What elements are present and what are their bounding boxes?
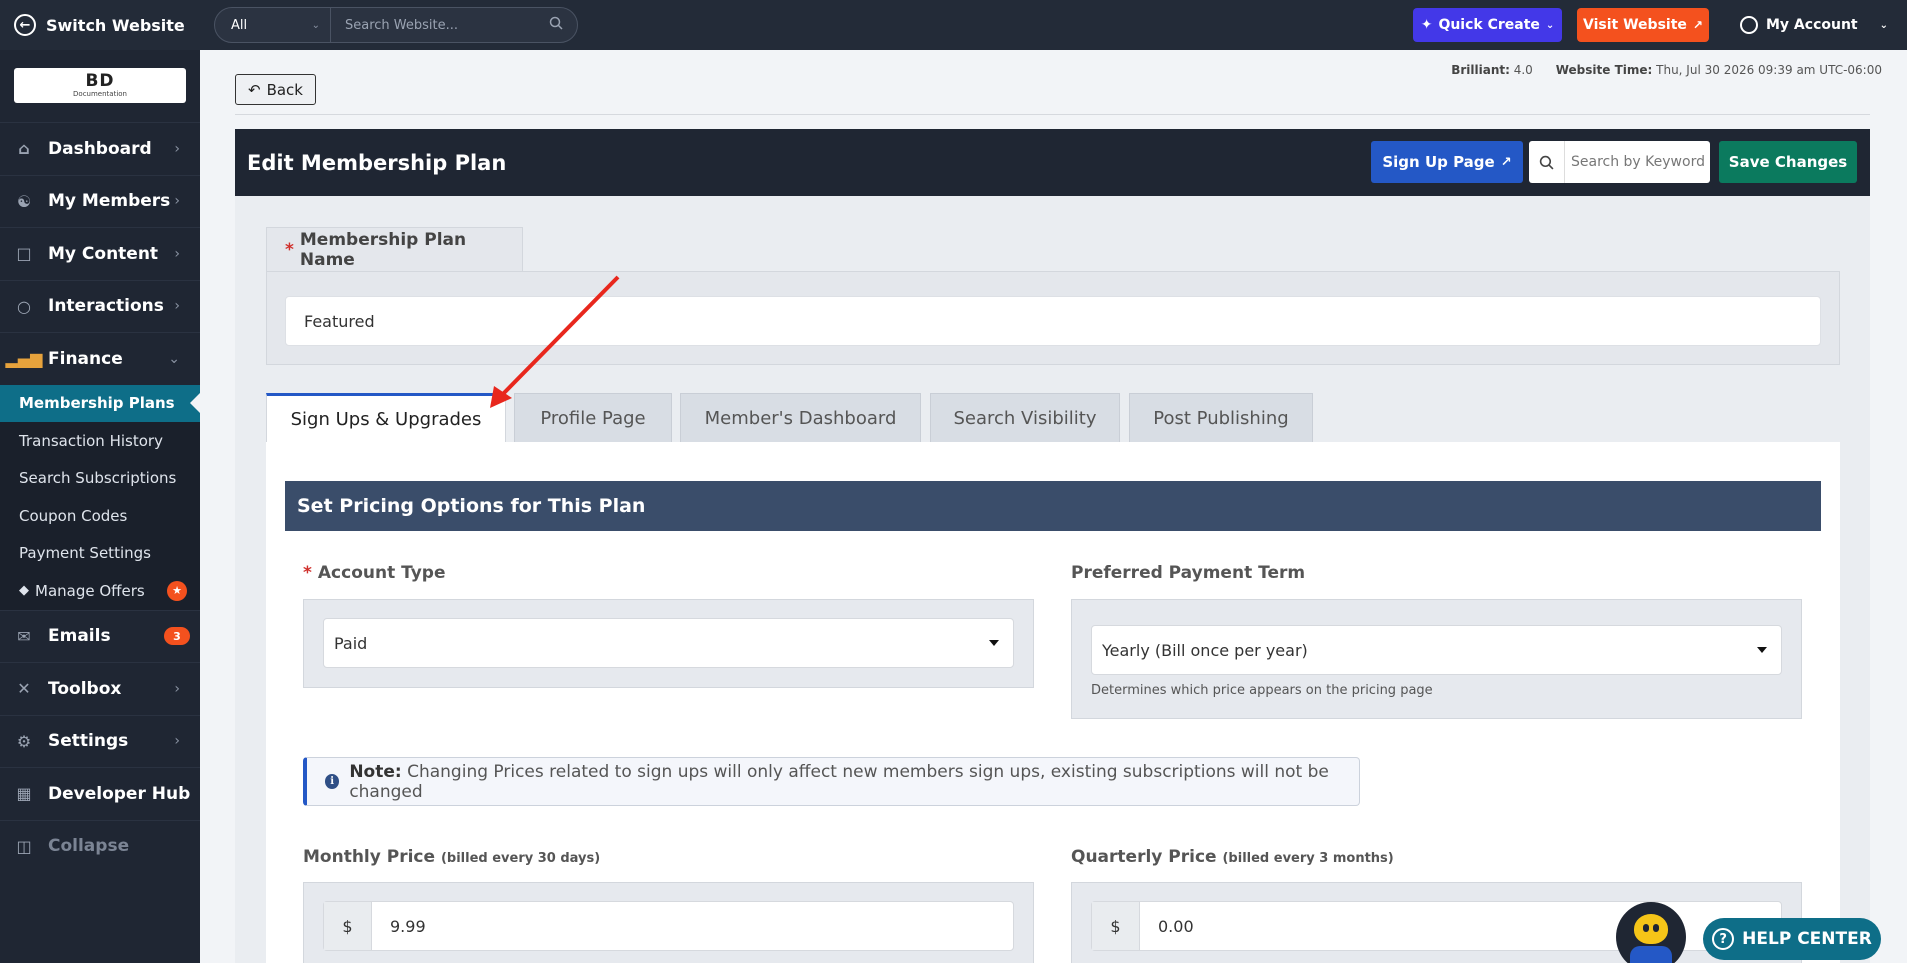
help-center-button[interactable]: ? HELP CENTER: [1703, 918, 1881, 960]
robot-body-icon: [1630, 946, 1672, 963]
robot-eye: [1653, 924, 1659, 932]
help-center-label: HELP CENTER: [1742, 929, 1872, 949]
robot-eye: [1643, 924, 1649, 932]
robot-head-icon: [1634, 914, 1668, 944]
question-icon: ?: [1712, 928, 1735, 950]
annotation-arrow: [490, 275, 620, 408]
chatbot-avatar[interactable]: [1616, 902, 1686, 963]
